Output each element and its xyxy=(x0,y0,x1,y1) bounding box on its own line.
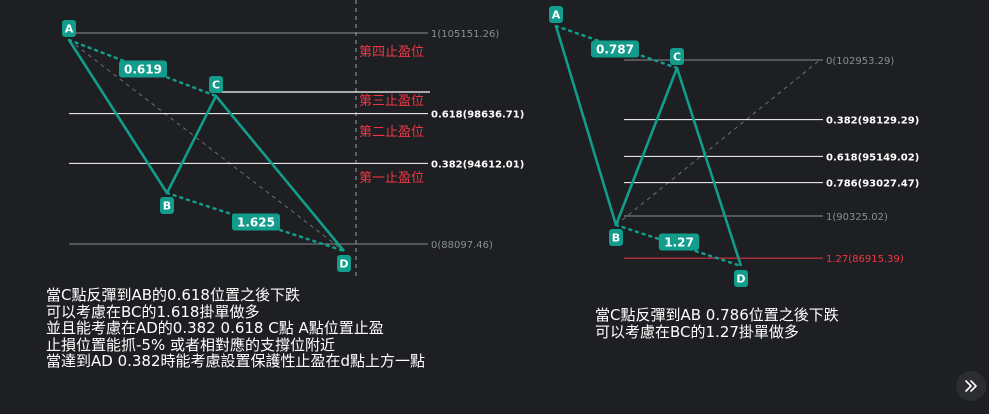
point-label-b: B xyxy=(612,232,620,245)
left-abcd-chart: 1(105151.26) 0.618(98636.71) 0.382(94612.0… xyxy=(62,20,524,272)
fib-level-0-382-label: 0.382(98129.29) xyxy=(826,116,919,127)
point-label-c: C xyxy=(212,79,220,92)
point-label-a: A xyxy=(65,23,74,36)
fib-level-0-618-label: 0.618(98636.71) xyxy=(431,110,524,121)
take-profit-target-1: 第一止盈位 xyxy=(359,171,424,186)
left-strategy-note: 當C點反彈到AB的0.618位置之後下跌 可以考慮在BC的1.618掛單做多 並… xyxy=(46,286,426,371)
bc-ab-ratio-label: 0.619 xyxy=(124,63,162,77)
right-strategy-note: 當C點反彈到AB 0.786位置之後下跌 可以考慮在BC的1.27掛單做多 xyxy=(595,306,839,341)
point-label-d: D xyxy=(736,273,745,286)
fib-level-0-label: 0(102953.29) xyxy=(826,56,894,67)
bc-ab-ratio-label: 0.787 xyxy=(596,43,634,57)
point-label-a: A xyxy=(552,9,561,22)
ad-trend-line xyxy=(68,39,345,252)
take-profit-target-3: 第三止盈位 xyxy=(359,94,424,109)
point-label-c: C xyxy=(673,51,681,64)
fib-level-0-786-label: 0.786(93027.47) xyxy=(826,179,919,190)
take-profit-target-2: 第二止盈位 xyxy=(359,125,424,140)
fib-level-0-618-label: 0.618(95149.02) xyxy=(826,152,919,163)
point-label-d: D xyxy=(339,258,348,271)
take-profit-target-4: 第四止盈位 xyxy=(359,45,424,60)
cd-bc-ratio-label: 1.625 xyxy=(237,216,275,230)
point-label-b: B xyxy=(163,200,171,213)
right-abcd-chart: 0(102953.29) 0.382(98129.29) 0.618(95149.0… xyxy=(549,6,919,287)
abcd-pattern-line xyxy=(554,25,743,267)
fib-level-0-382-label: 0.382(94612.01) xyxy=(431,159,524,170)
fib-level-0-label: 0(88097.46) xyxy=(431,240,493,251)
cd-bc-ratio-label: 1.27 xyxy=(664,236,694,250)
fib-level-1-label: 1(90325.02) xyxy=(826,212,888,223)
scroll-forward-button[interactable] xyxy=(956,371,986,401)
chevrons-right-icon xyxy=(965,380,977,392)
fib-level-1-label: 1(105151.26) xyxy=(431,29,499,40)
bc-extension-trend-line xyxy=(615,59,821,226)
fib-level-1-27-label: 1.27(86915.39) xyxy=(826,254,904,265)
